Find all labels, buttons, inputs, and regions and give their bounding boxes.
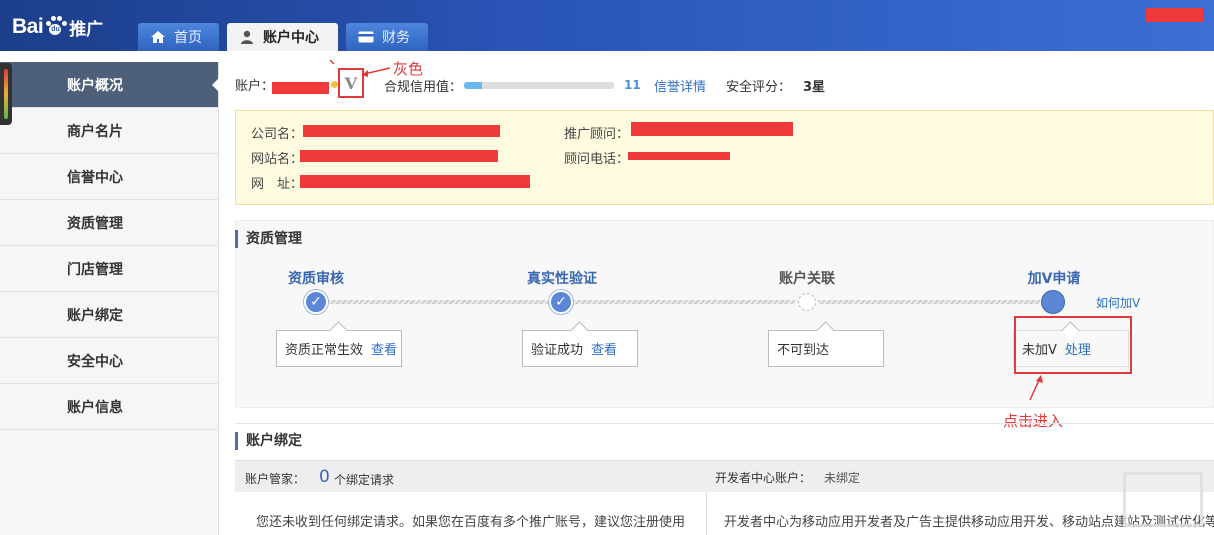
section-divider [235, 423, 1214, 424]
sidebar-item-store-management[interactable]: 门店管理 [0, 246, 218, 292]
sidebar-item-label: 账户信息 [67, 399, 123, 416]
credit-value: 11 [624, 78, 641, 92]
request-text: 个绑定请求 [334, 473, 395, 487]
step-status-text: 验证成功 [531, 343, 584, 358]
card-icon [358, 30, 374, 44]
sidebar-drag-handle[interactable] [0, 63, 12, 125]
column-divider [706, 492, 707, 535]
redacted-site [300, 150, 498, 162]
url-label: 网 址： [251, 177, 304, 192]
home-icon [150, 30, 166, 44]
annotation-click-enter: 点击进入 [1003, 412, 1064, 430]
redacted-user [1146, 8, 1203, 22]
binding-description: 您还未收到任何绑定请求。如果您在百度有多个推广账号，建议您注册使用 [256, 515, 686, 530]
step-status-qualification: 资质正常生效 查看 [276, 330, 402, 367]
check-icon: ✓ [304, 290, 328, 314]
account-line: 账户： [235, 74, 274, 94]
request-count[interactable]: 0 [319, 467, 330, 487]
credit-detail-link[interactable]: 信誉详情 [654, 76, 706, 95]
top-header: Bai du 推广 首页 账户中心 财务 [0, 0, 1214, 51]
sidebar-item-security-center[interactable]: 安全中心 [0, 338, 218, 384]
how-to-v-link[interactable]: 如何加V [1096, 294, 1140, 311]
tab-home-label: 首页 [174, 30, 202, 46]
qualification-section [235, 220, 1214, 408]
sidebar-item-label: 资质管理 [67, 215, 123, 232]
tab-finance-label: 财务 [382, 30, 410, 46]
annotation-arrow-enter [1029, 375, 1043, 401]
sidebar-item-account-overview[interactable]: 账户概况 [0, 62, 219, 108]
sidebar-item-merchant-card[interactable]: 商户名片 [0, 108, 218, 154]
redacted-consultant [631, 122, 793, 136]
step-connector [573, 300, 795, 304]
sidebar-item-account-binding[interactable]: 账户绑定 [0, 292, 218, 338]
step-pending-icon [798, 293, 816, 311]
user-icon [239, 30, 255, 44]
logo-text-tuiguang: 推广 [69, 19, 104, 40]
step-title-authenticity: 真实性验证 [527, 271, 597, 287]
sidebar-item-label: 账户概况 [67, 77, 123, 94]
safety-label: 安全评分： [726, 80, 792, 95]
dev-center-label: 开发者中心账户： [715, 471, 812, 485]
sidebar-item-label: 商户名片 [67, 123, 123, 140]
sidebar-item-label: 门店管理 [67, 261, 123, 278]
qualification-title: 资质管理 [235, 230, 302, 248]
step-status-text: 不可到达 [777, 343, 830, 358]
step-connector [328, 300, 550, 304]
logo-text-du: du [51, 26, 60, 33]
safety-value: 3星 [803, 80, 826, 95]
view-link[interactable]: 查看 [371, 339, 397, 358]
site-label: 网站名： [251, 152, 304, 167]
sidebar-item-account-info[interactable]: 账户信息 [0, 384, 218, 430]
tab-home[interactable]: 首页 [138, 23, 219, 51]
check-icon: ✓ [549, 290, 573, 314]
redacted-company [303, 125, 500, 137]
company-label: 公司名： [251, 127, 304, 142]
tab-account-center-label: 账户中心 [263, 30, 319, 46]
watermark-icon [1123, 472, 1203, 527]
credit-label: 合规信用值： [384, 80, 463, 95]
sidebar-item-label: 账户绑定 [67, 307, 123, 324]
logo-text-bai: Bai [12, 15, 44, 38]
sidebar-item-label: 信誉中心 [67, 169, 123, 186]
redacted-phone [628, 152, 730, 160]
view-link[interactable]: 查看 [591, 339, 617, 358]
sidebar-item-label: 安全中心 [67, 353, 123, 370]
paw-icon: du [44, 16, 68, 38]
sidebar-item-qualification[interactable]: 资质管理 [0, 200, 218, 246]
binding-title: 账户绑定 [235, 432, 302, 450]
step-status-account-link: 不可到达 [768, 330, 884, 367]
step-connector [818, 300, 1040, 304]
step-status-text: 资质正常生效 [285, 343, 364, 358]
sidebar-item-reputation-center[interactable]: 信誉中心 [0, 154, 218, 200]
credit-progress-fill [464, 82, 482, 89]
step-status-authenticity: 验证成功 查看 [522, 330, 638, 367]
status-dot [331, 81, 338, 88]
redacted-url [300, 175, 530, 188]
account-manager: 账户管家： [245, 470, 305, 487]
step-title-qualification-review: 资质审核 [288, 271, 344, 287]
tab-finance[interactable]: 财务 [346, 23, 428, 51]
consultant-label: 推广顾问： [564, 127, 630, 142]
step-title-v-apply: 加V申请 [1027, 271, 1081, 287]
baidu-tuiguang-logo[interactable]: Bai du 推广 [12, 12, 103, 42]
manager-label: 账户管家： [245, 472, 306, 486]
step-current-icon [1041, 290, 1065, 314]
account-label: 账户： [235, 78, 275, 94]
redacted-account-name [272, 82, 329, 94]
safety-score: 安全评分： 3星 [726, 76, 825, 95]
sidebar: 账户概况 商户名片 信誉中心 资质管理 门店管理 账户绑定 安全中心 账户信息 [0, 62, 219, 535]
tab-account-center[interactable]: 账户中心 [227, 23, 338, 51]
phone-label: 顾问电话： [564, 152, 630, 167]
annotation-highlight-box [1014, 316, 1132, 374]
credit-progress-bar [464, 82, 614, 89]
dev-center-status: 未绑定 [824, 471, 861, 485]
step-title-account-link: 账户关联 [779, 271, 835, 287]
